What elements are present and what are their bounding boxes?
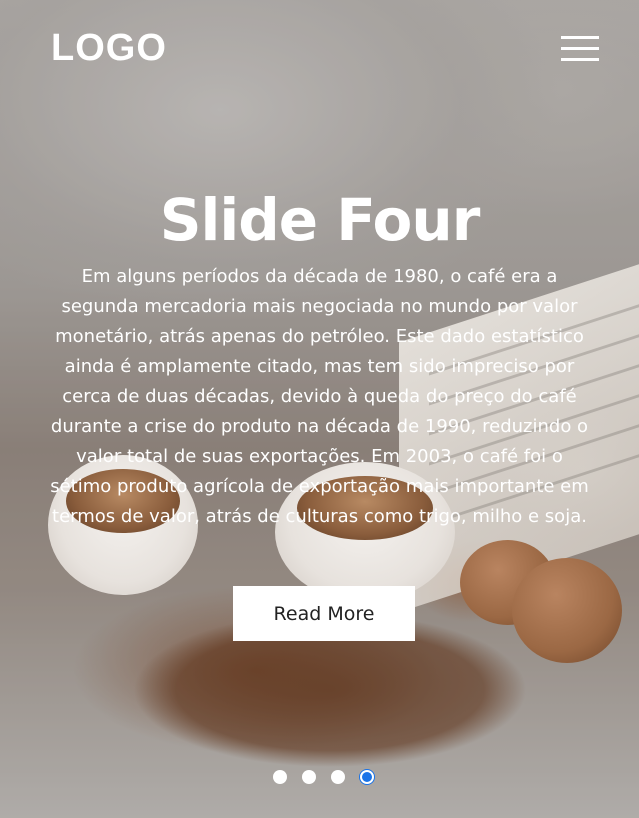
carousel-dot-1[interactable] (273, 770, 287, 784)
site-header: LOGO (0, 0, 639, 100)
carousel-dot-2[interactable] (302, 770, 316, 784)
carousel-pagination (273, 770, 374, 784)
slide-description: Em alguns períodos da década de 1980, o … (50, 266, 589, 527)
macaron-front (512, 558, 622, 663)
carousel-dot-4-active[interactable] (360, 770, 374, 784)
logo[interactable]: LOGO (51, 28, 167, 68)
slide-title: Slide Four (159, 186, 481, 254)
read-more-button[interactable]: Read More (233, 586, 415, 641)
carousel-dot-3[interactable] (331, 770, 345, 784)
hamburger-menu-icon[interactable] (561, 36, 599, 62)
slide-content: Slide Four Em alguns períodos da década … (40, 186, 599, 532)
